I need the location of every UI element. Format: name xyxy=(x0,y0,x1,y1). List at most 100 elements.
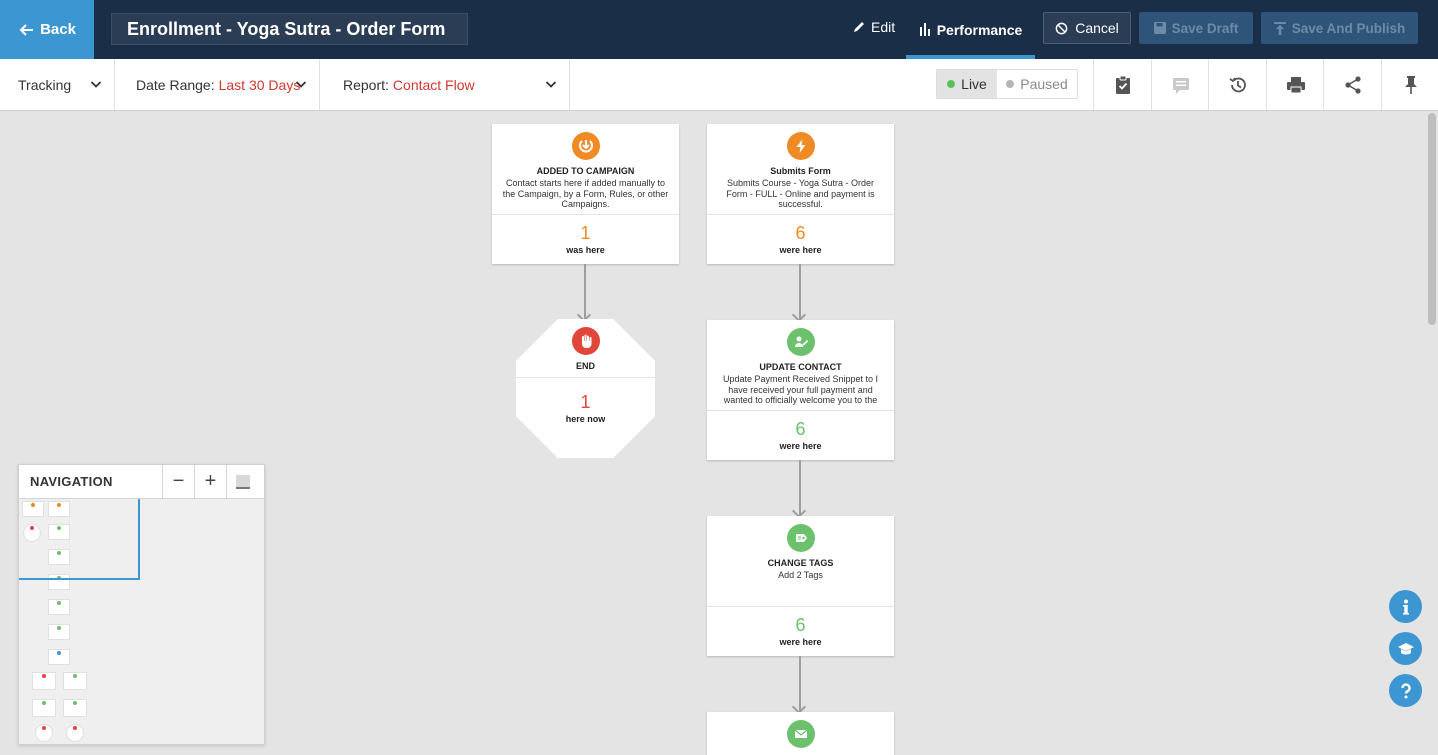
node-count-label: were here xyxy=(779,245,822,255)
node-divider xyxy=(516,377,655,378)
node-count: 6 xyxy=(795,223,806,243)
ban-icon xyxy=(1055,22,1068,34)
cancel-label: Cancel xyxy=(1075,20,1119,36)
minimap-node xyxy=(66,724,84,742)
paused-option[interactable]: Paused xyxy=(997,70,1077,98)
help-button[interactable] xyxy=(1389,674,1422,707)
node-count: 1 xyxy=(580,392,591,412)
live-dot-icon xyxy=(947,80,956,88)
node-title: CHANGE TAGS xyxy=(767,558,834,568)
change-tags-node[interactable]: CHANGE TAGS Add 2 Tags 6 were here xyxy=(707,516,894,656)
navigation-title: NAVIGATION xyxy=(30,474,113,489)
enter-arrow-icon xyxy=(571,132,600,160)
node-description: Add 2 Tags xyxy=(778,570,823,580)
arrow-left-icon xyxy=(19,23,34,36)
history-icon xyxy=(1229,77,1246,92)
vertical-scrollbar[interactable] xyxy=(1428,113,1436,325)
zoom-out-button[interactable]: − xyxy=(162,464,194,499)
email-icon xyxy=(786,720,815,748)
clipboard-check-icon xyxy=(1115,75,1130,94)
node-count: 6 xyxy=(795,615,806,635)
tag-icon xyxy=(786,524,815,552)
share-button[interactable] xyxy=(1323,59,1381,110)
info-button[interactable] xyxy=(1389,590,1422,623)
save-icon xyxy=(1153,22,1166,34)
chevron-down-icon xyxy=(90,81,102,88)
paused-dot-icon xyxy=(1006,80,1015,88)
upload-icon xyxy=(1273,21,1286,35)
navigation-header: NAVIGATION − + xyxy=(19,464,264,499)
minimap-node xyxy=(48,599,70,615)
save-publish-label: Save And Publish xyxy=(1291,20,1406,36)
cancel-button[interactable]: Cancel xyxy=(1043,12,1131,44)
date-range-dropdown[interactable]: Date Range: Last 30 Days xyxy=(115,59,320,110)
fit-screen-icon xyxy=(235,474,250,489)
node-title: END xyxy=(575,361,595,371)
added-to-campaign-node[interactable]: ADDED TO CAMPAIGN Contact starts here if… xyxy=(492,124,679,264)
node-count-label: were here xyxy=(779,441,822,451)
node-count-label: here now xyxy=(565,414,606,424)
report-toolbar: Tracking Date Range: Last 30 Days Report… xyxy=(0,59,1438,111)
minimap-node xyxy=(32,699,56,717)
send-email-node[interactable] xyxy=(707,712,894,755)
minimap-node xyxy=(63,672,87,690)
minimap-node xyxy=(48,649,70,665)
flow-connector xyxy=(584,264,586,319)
update-contact-node[interactable]: UPDATE CONTACT Update Payment Received S… xyxy=(707,320,894,460)
history-button[interactable] xyxy=(1208,59,1266,110)
live-paused-toggle: Live Paused xyxy=(936,69,1078,99)
node-count: 6 xyxy=(795,419,806,439)
checklist-button[interactable] xyxy=(1093,59,1151,110)
flow-connector xyxy=(799,264,801,319)
node-count-label: was here xyxy=(566,245,605,255)
minimap-viewport[interactable] xyxy=(19,499,140,580)
node-count-label: were here xyxy=(779,637,822,647)
report-value: Contact Flow xyxy=(392,76,475,93)
info-icon xyxy=(1402,599,1409,615)
tracking-label: Tracking xyxy=(18,76,72,93)
node-stats: 6 were here xyxy=(707,214,894,264)
minimap-node xyxy=(35,724,53,742)
share-icon xyxy=(1344,75,1361,94)
save-draft-button[interactable]: Save Draft xyxy=(1139,12,1253,44)
end-node[interactable]: END 1 here now xyxy=(516,319,655,458)
navigation-panel: NAVIGATION − + xyxy=(18,464,265,745)
stop-hand-icon xyxy=(571,327,600,355)
print-button[interactable] xyxy=(1266,59,1324,110)
education-button[interactable] xyxy=(1389,632,1422,665)
performance-label: Performance xyxy=(936,21,1023,38)
node-description: Submits Course - Yoga Sutra - Order Form… xyxy=(726,178,875,209)
chevron-down-icon xyxy=(545,81,557,88)
pin-icon xyxy=(1404,75,1417,94)
back-button[interactable]: Back xyxy=(0,0,94,59)
live-option[interactable]: Live xyxy=(937,70,997,98)
edit-label: Edit xyxy=(871,19,896,35)
pencil-icon xyxy=(854,22,864,32)
date-range-value: Last 30 Days xyxy=(218,76,301,93)
report-label: Report: xyxy=(343,76,389,93)
minimap-node xyxy=(48,624,70,640)
submits-form-node[interactable]: Submits Form Submits Course - Yoga Sutra… xyxy=(707,124,894,264)
node-count: 1 xyxy=(580,223,591,243)
node-description: Update Payment Received Snippet to I hav… xyxy=(722,374,879,405)
minimap-node xyxy=(63,699,87,717)
performance-tab[interactable]: Performance xyxy=(906,0,1035,59)
pin-button[interactable] xyxy=(1381,59,1438,110)
date-range-label: Date Range: xyxy=(136,76,215,93)
minimap-node xyxy=(32,672,56,690)
save-and-publish-button[interactable]: Save And Publish xyxy=(1261,12,1418,44)
bar-chart-icon xyxy=(919,23,930,36)
top-bar: Back Enrollment - Yoga Sutra - Order For… xyxy=(0,0,1438,59)
campaign-title-input[interactable]: Enrollment - Yoga Sutra - Order Form xyxy=(111,13,468,45)
printer-icon xyxy=(1286,76,1305,93)
navigation-minimap[interactable] xyxy=(19,499,264,744)
report-dropdown[interactable]: Report: Contact Flow xyxy=(320,59,570,110)
node-title: UPDATE CONTACT xyxy=(759,362,842,372)
edit-tab[interactable]: Edit xyxy=(852,19,895,35)
zoom-in-button[interactable]: + xyxy=(194,464,226,499)
tracking-dropdown[interactable]: Tracking xyxy=(0,59,115,110)
flow-connector xyxy=(799,460,801,515)
notes-button[interactable] xyxy=(1151,59,1209,110)
fit-view-button[interactable] xyxy=(226,464,258,499)
question-mark-icon xyxy=(1400,682,1411,698)
